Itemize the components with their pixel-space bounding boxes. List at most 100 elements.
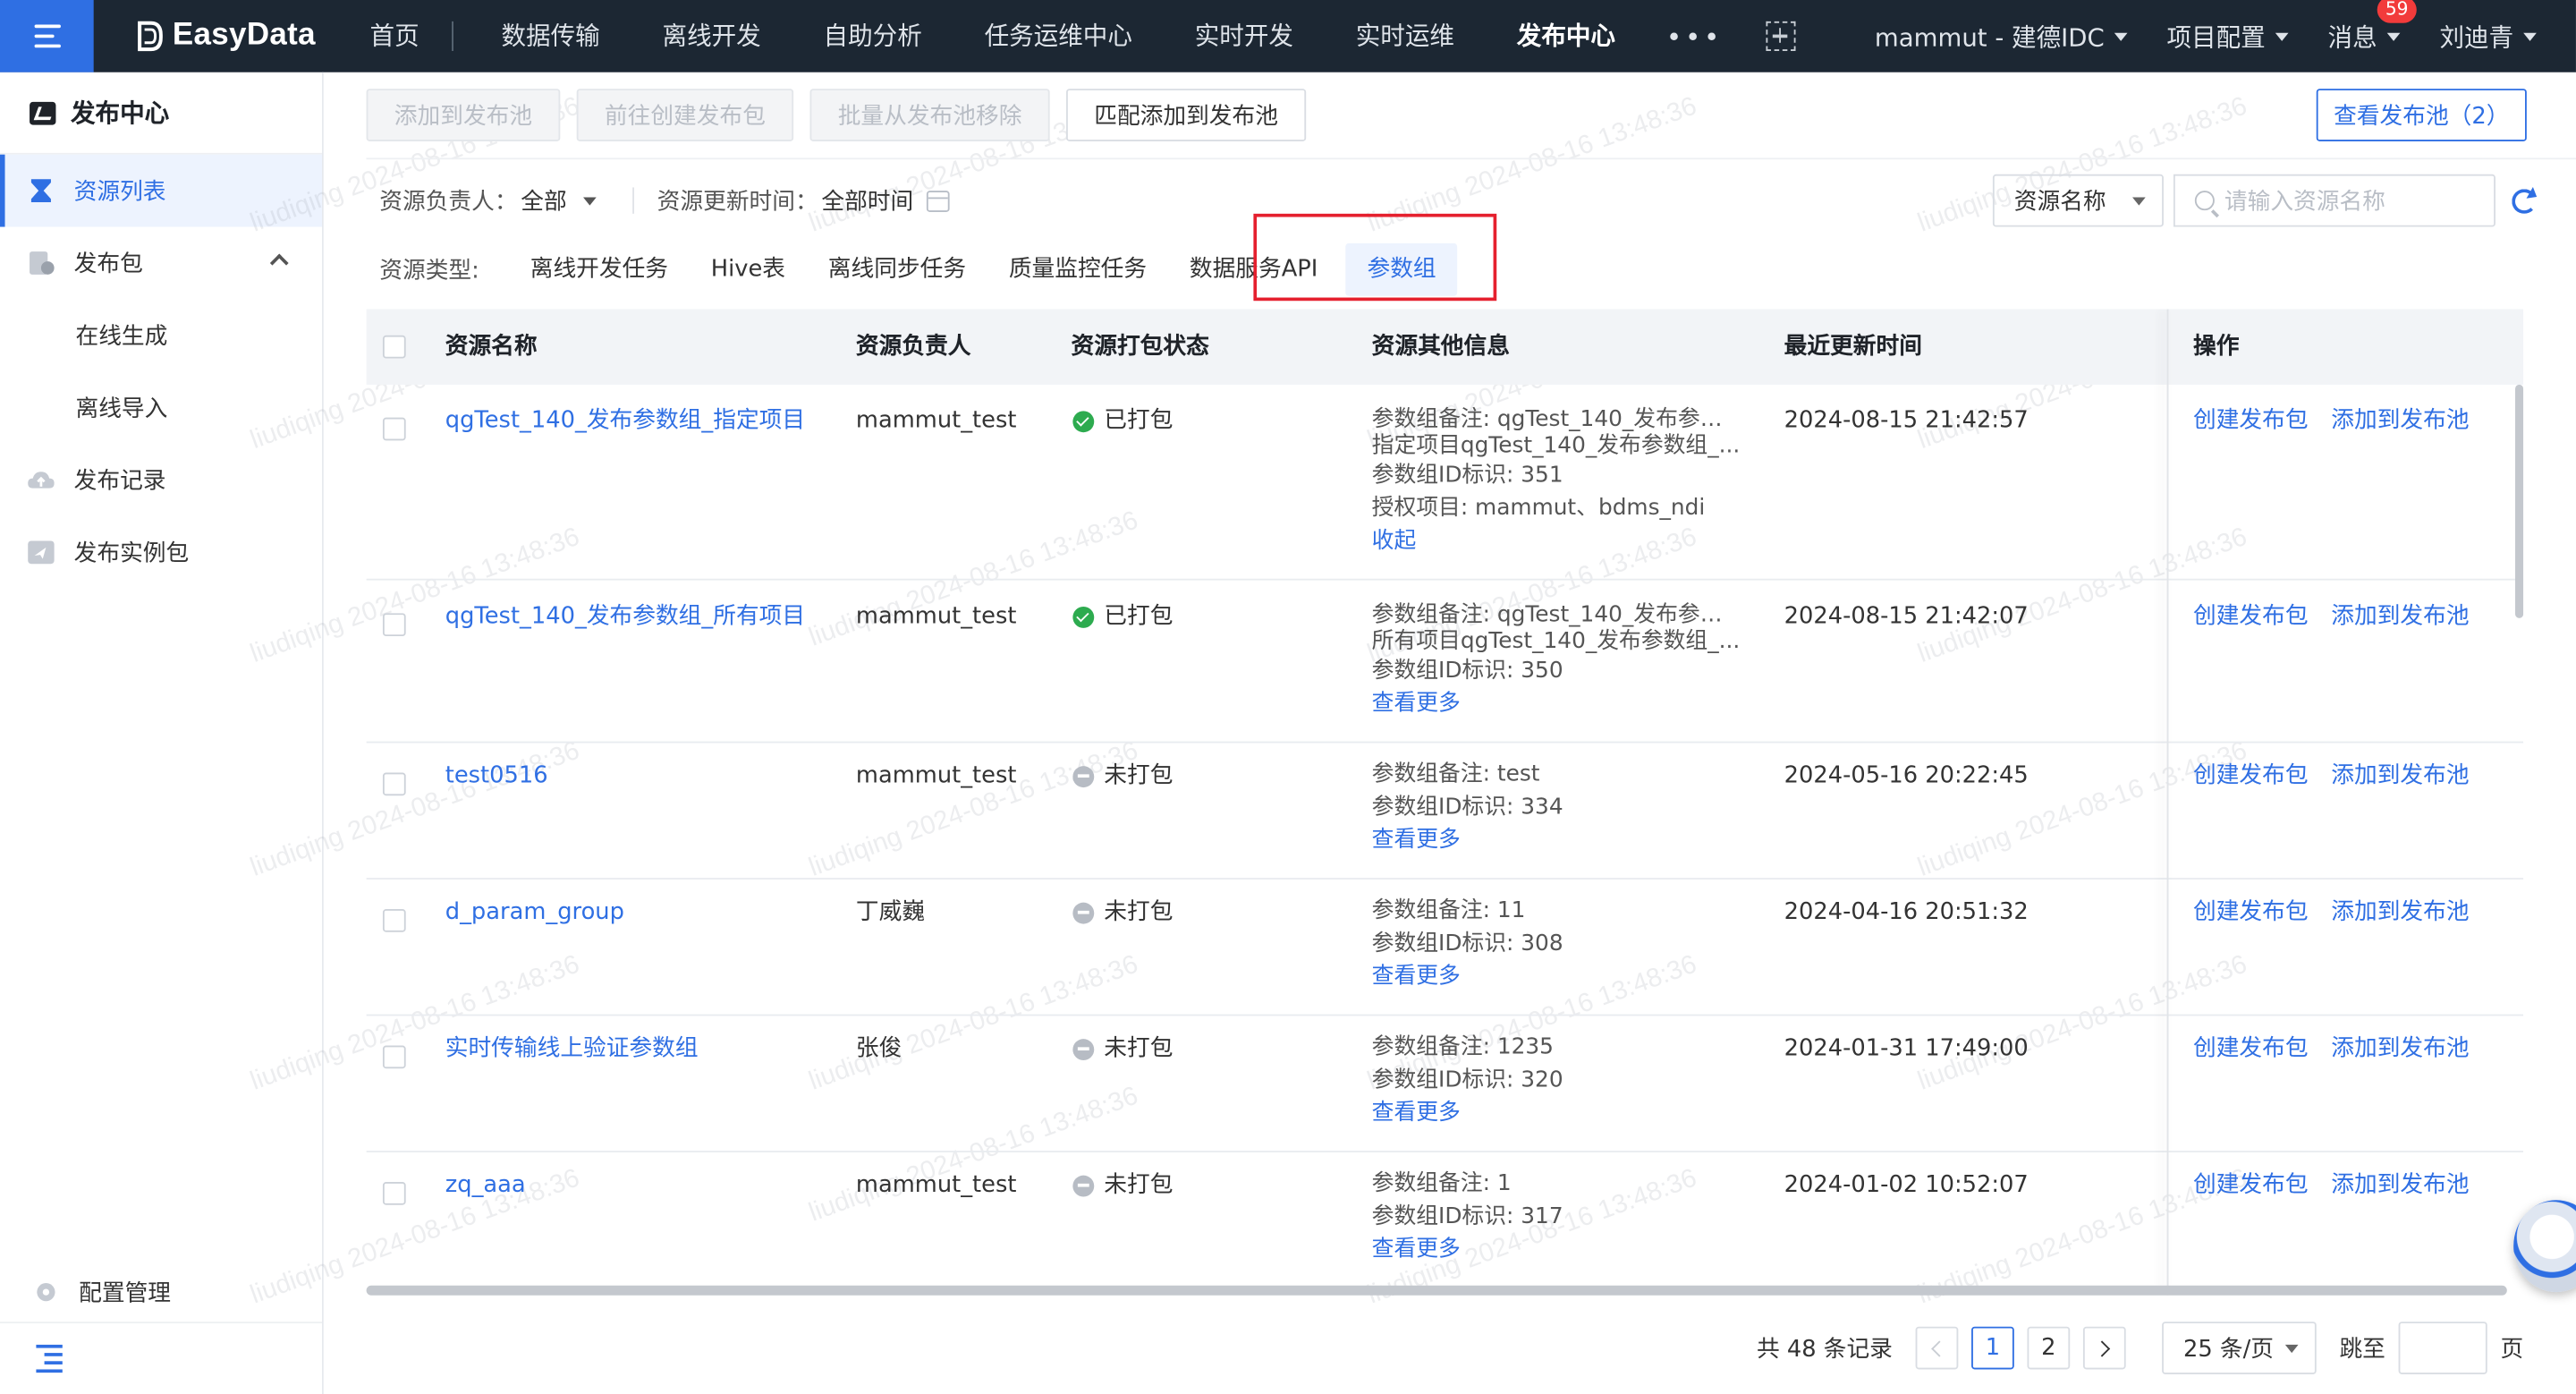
sidebar-item-resource-list[interactable]: 资源列表 [0,154,322,227]
view-release-pool-button[interactable]: 查看发布池（2） [2316,89,2527,142]
tab-offline-task[interactable]: 离线开发任务 [509,243,690,296]
create-package-link[interactable]: 创建发布包 [2193,406,2309,436]
param-group-id: 参数组ID标识: 317 [1371,1203,1563,1230]
sidebar-item-release-records[interactable]: 发布记录 [0,444,322,516]
nav-realtime-ops[interactable]: 实时运维 [1325,0,1486,72]
sidebar-subitem-online-generate[interactable]: 在线生成 [0,299,322,371]
table-header: 资源名称 资源负责人 资源打包状态 资源其他信息 最近更新时间 操作 [366,309,2524,385]
add-to-pool-link[interactable]: 添加到发布池 [2331,1170,2469,1200]
view-more-link[interactable]: 查看更多 [1372,823,1750,856]
updated-time: 2024-08-15 21:42:57 [1784,407,2029,435]
resource-name-link[interactable]: qgTest_140_发布参数组_所有项目 [445,601,805,631]
project-selector[interactable]: mammut - 建德IDC [1875,19,2128,54]
param-group-id: 参数组ID标识: 350 [1371,657,1563,684]
page-button[interactable]: 1 [1971,1326,2014,1370]
user-menu[interactable]: 刘迪青 [2439,19,2537,54]
resource-name-link[interactable]: d_param_group [445,897,624,927]
row-checkbox[interactable] [382,417,406,441]
jump-page-input[interactable] [2398,1322,2487,1374]
page-unit-label: 页 [2500,1336,2524,1364]
page-button[interactable]: 2 [2027,1326,2071,1370]
sidebar-collapse-button[interactable] [0,1322,322,1394]
resource-info: 参数组备注: 11 参数组ID标识: 308 查看更多 [1372,894,1750,992]
tab-offline-sync[interactable]: 离线同步任务 [807,243,987,296]
cloud-upload-icon [28,472,55,489]
add-to-pool-button[interactable]: 添加到发布池 [366,89,561,142]
select-all-checkbox[interactable] [382,335,406,359]
add-to-pool-link[interactable]: 添加到发布池 [2331,601,2469,631]
batch-remove-button[interactable]: 批量从发布池移除 [809,89,1050,142]
resource-name-link[interactable]: qgTest_140_发布参数组_指定项目 [445,406,805,436]
row-checkbox-cell [382,1042,406,1077]
more-icon[interactable]: ••• [1647,21,1742,52]
nav-release-center[interactable]: 发布中心 [1486,0,1647,72]
row-checkbox[interactable] [382,772,406,796]
horizontal-scrollbar[interactable] [366,1285,2507,1296]
add-to-pool-link[interactable]: 添加到发布池 [2331,406,2469,436]
create-package-link[interactable]: 创建发布包 [2193,897,2309,927]
view-more-link[interactable]: 查看更多 [1372,687,1750,720]
create-package-link[interactable]: 创建发布包 [2193,601,2309,631]
add-app-icon[interactable] [1765,21,1795,51]
sidebar-item-package[interactable]: 发布包 [0,227,322,300]
page-size-select[interactable]: 25 条/页 [2162,1322,2317,1374]
nav-data-transfer[interactable]: 数据传输 [470,0,631,72]
create-package-link[interactable]: 创建发布包 [2193,1034,2309,1064]
calendar-icon[interactable] [926,190,950,212]
table-row: qgTest_140_发布参数组_所有项目 mammut_test 已打包 参数… [366,581,2524,744]
row-checkbox[interactable] [382,613,406,637]
logo[interactable]: EasyData [136,18,316,54]
tab-hive-table[interactable]: Hive表 [690,243,807,296]
collapse-link[interactable]: 收起 [1372,524,1750,557]
project-config-menu[interactable]: 项目配置 [2167,19,2289,54]
update-time-picker[interactable]: 全部时间 [821,184,913,217]
resource-name-link[interactable]: zq_aaa [445,1170,526,1200]
view-more-link[interactable]: 查看更多 [1372,960,1750,993]
package-status: 未打包 [1072,1034,1173,1064]
search-field-select[interactable]: 资源名称 [1992,174,2164,227]
page-size-value: 25 条/页 [2182,1336,2274,1364]
vertical-scrollbar[interactable] [2514,384,2524,618]
prev-page-button[interactable] [1915,1326,1959,1370]
caret-down-icon[interactable] [583,196,597,205]
menu-icon [33,24,61,48]
row-checkbox[interactable] [382,909,406,932]
package-icon [30,251,55,275]
row-checkbox[interactable] [382,1045,406,1069]
user-name: 刘迪青 [2439,21,2514,52]
sidebar-item-release-instance[interactable]: 发布实例包 [0,516,322,589]
package-status-text: 未打包 [1104,762,1174,789]
resource-name-link[interactable]: 实时传输线上验证参数组 [445,1034,699,1064]
nav-realtime-dev[interactable]: 实时开发 [1164,0,1325,72]
menu-toggle-button[interactable] [0,0,94,72]
sidebar-subitem-offline-import[interactable]: 离线导入 [0,371,322,444]
create-package-link[interactable]: 创建发布包 [2193,761,2309,791]
tab-quality-monitor[interactable]: 质量监控任务 [987,243,1168,296]
view-more-link[interactable]: 查看更多 [1372,1233,1750,1266]
add-to-pool-link[interactable]: 添加到发布池 [2331,1034,2469,1064]
nav-task-ops[interactable]: 任务运维中心 [953,0,1164,72]
match-add-to-pool-button[interactable]: 匹配添加到发布池 [1066,89,1307,142]
resource-name-link[interactable]: test0516 [445,761,548,791]
view-more-link[interactable]: 查看更多 [1372,1096,1750,1129]
chevron-left-icon [1931,1339,1948,1356]
nav-self-analysis[interactable]: 自助分析 [792,0,953,72]
sidebar-item-label: 资源列表 [73,179,166,206]
param-group-id: 参数组ID标识: 308 [1371,930,1563,957]
owner-filter-select[interactable]: 全部 [521,184,566,217]
refresh-icon[interactable] [2512,188,2537,213]
search-input[interactable] [2224,187,2487,214]
row-checkbox-cell [382,414,406,449]
messages-menu[interactable]: 消息 59 [2328,0,2417,54]
create-package-link[interactable]: 创建发布包 [2193,1170,2309,1200]
sidebar-config-management[interactable]: 配置管理 [0,1262,322,1322]
next-page-button[interactable] [2082,1326,2126,1370]
row-checkbox[interactable] [382,1182,406,1205]
logo-text: EasyData [172,18,316,53]
add-to-pool-link[interactable]: 添加到发布池 [2331,897,2469,927]
nav-home[interactable]: 首页 [339,0,453,72]
go-create-package-button[interactable]: 前往创建发布包 [576,89,794,142]
search-box[interactable] [2173,174,2496,227]
add-to-pool-link[interactable]: 添加到发布池 [2331,761,2469,791]
nav-offline-dev[interactable]: 离线开发 [631,0,792,72]
